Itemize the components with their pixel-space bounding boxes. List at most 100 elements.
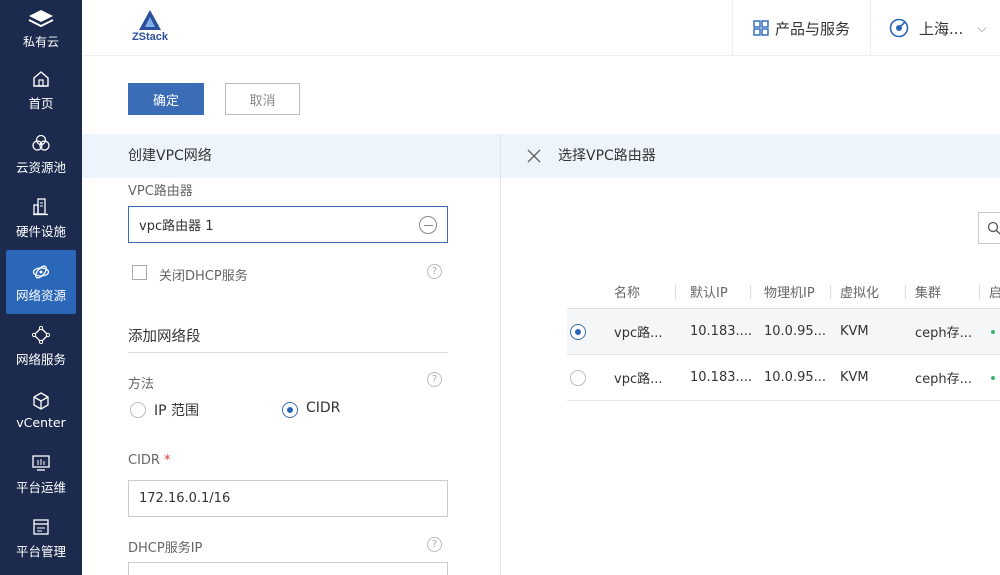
cancel-button[interactable]: 取消 <box>225 83 300 115</box>
sidebar-item-network-service[interactable]: 网络服务 <box>0 314 82 378</box>
column-separator <box>675 285 676 299</box>
network-service-icon <box>31 325 51 344</box>
vpc-router-label: VPC路由器 <box>128 184 193 199</box>
sidebar-item-cloud-resource[interactable]: 云资源池 <box>0 122 82 186</box>
column-header-default-ip[interactable]: 默认IP <box>690 274 728 308</box>
method-ip-range-label: IP 范围 <box>154 403 200 419</box>
layers-icon <box>28 9 54 27</box>
disable-dhcp-label: 关闭DHCP服务 <box>159 269 248 284</box>
zstack-logo-icon <box>139 10 161 30</box>
method-cidr-label: CIDR <box>306 400 341 416</box>
form-title: 创建VPC网络 <box>82 134 500 178</box>
status-running-indicator <box>991 375 995 380</box>
router-name: vpc路... <box>614 372 663 387</box>
column-separator <box>905 285 906 299</box>
logo-text: ZStack <box>131 31 169 43</box>
router-host-ip: 10.0.95... <box>764 370 827 385</box>
zstack-logo[interactable]: ZStack <box>128 10 172 48</box>
status-dot <box>991 309 995 354</box>
sidebar-item-label: 首页 <box>28 95 54 111</box>
cloud-resource-icon <box>32 134 50 151</box>
sidebar-item-label: 平台管理 <box>15 543 66 559</box>
sidebar-item-network-resource[interactable]: 网络资源 <box>6 250 76 314</box>
sidebar-item-label: 平台运维 <box>15 479 66 495</box>
confirm-button[interactable]: 确定 <box>128 83 204 115</box>
home-icon <box>33 70 49 87</box>
help-icon[interactable]: ? <box>427 537 442 552</box>
method-cidr-radio[interactable] <box>282 402 298 418</box>
private-cloud-switch[interactable]: 私有云 <box>0 0 82 58</box>
router-host-ip: 10.0.95... <box>764 324 827 339</box>
sidebar-item-label: 网络服务 <box>15 351 66 367</box>
table-row[interactable]: vpc路... 10.183.... 10.0.95... KVM ceph存.… <box>567 309 1000 355</box>
sidebar-item-home[interactable]: 首页 <box>0 58 82 122</box>
cidr-label-text: CIDR <box>128 453 160 468</box>
router-name: vpc路... <box>614 326 663 341</box>
products-services-button[interactable]: 产品与服务 <box>732 0 870 56</box>
sidebar-item-label: vCenter <box>16 414 66 430</box>
sidebar-item-ops[interactable]: 平台运维 <box>0 442 82 506</box>
selector-header: 选择VPC路由器 <box>501 134 1000 178</box>
region-label: 上海... <box>919 19 964 38</box>
router-hypervisor: KVM <box>840 324 869 339</box>
vpc-router-table: 名称 默认IP 物理机IP 虚拟化 集群 启 vpc路... 10.183...… <box>567 274 1000 401</box>
remove-circle-icon[interactable] <box>419 216 437 234</box>
column-header-name[interactable]: 名称 <box>614 274 640 308</box>
panel-divider <box>500 134 501 575</box>
grid-icon <box>753 20 769 36</box>
sidebar-item-hardware[interactable]: 硬件设施 <box>0 186 82 250</box>
column-header-status[interactable]: 启 <box>989 274 1000 308</box>
dhcp-ip-input[interactable] <box>128 562 448 575</box>
vpc-router-field[interactable]: vpc路由器 1 <box>128 206 448 243</box>
section-divider <box>128 352 448 353</box>
router-cluster: ceph存... <box>915 372 973 387</box>
help-icon[interactable]: ? <box>427 264 442 279</box>
cidr-value: 172.16.0.1/16 <box>139 491 231 506</box>
vpc-router-value: vpc路由器 1 <box>139 219 214 234</box>
column-header-host-ip[interactable]: 物理机IP <box>764 274 815 308</box>
method-ip-range-radio[interactable] <box>130 402 146 418</box>
table-row[interactable]: vpc路... 10.183.... 10.0.95... KVM ceph存.… <box>567 355 1000 401</box>
router-default-ip: 10.183.... <box>690 324 753 339</box>
status-dot <box>991 355 995 400</box>
monitor-icon <box>32 454 50 471</box>
sidebar-item-platform-manage[interactable]: 平台管理 <box>0 506 82 570</box>
network-resource-icon <box>32 265 50 278</box>
sidebar-item-label: 硬件设施 <box>15 223 66 239</box>
close-icon[interactable] <box>525 147 543 165</box>
sidebar-item-label: 云资源池 <box>15 159 66 175</box>
search-input[interactable] <box>978 212 1000 244</box>
region-selector[interactable]: 上海... ⌵ <box>870 0 1000 56</box>
hardware-icon <box>33 197 48 215</box>
method-label: 方法 <box>128 377 155 392</box>
column-separator <box>750 285 751 299</box>
router-hypervisor: KVM <box>840 370 869 385</box>
column-separator <box>979 285 980 299</box>
dhcp-ip-label: DHCP服务IP <box>128 541 203 556</box>
products-services-label: 产品与服务 <box>775 19 851 38</box>
sidebar-item-vcenter[interactable]: vCenter <box>0 378 82 442</box>
column-separator <box>830 285 831 299</box>
required-mark: * <box>163 453 171 468</box>
disable-dhcp-checkbox[interactable] <box>132 265 147 280</box>
private-cloud-label: 私有云 <box>22 34 59 49</box>
row-select-radio[interactable] <box>570 324 586 340</box>
sidebar: 私有云 首页 云资源池 硬件设施 网络资源 网络服务 vCenter 平台运维 … <box>0 0 82 575</box>
router-cluster: ceph存... <box>915 326 973 341</box>
sidebar-item-label: 网络资源 <box>15 287 66 303</box>
selector-title: 选择VPC路由器 <box>558 148 656 164</box>
row-select-radio[interactable] <box>570 370 586 386</box>
column-header-cluster[interactable]: 集群 <box>915 274 941 308</box>
vcenter-icon <box>33 391 49 410</box>
add-segment-title: 添加网络段 <box>128 329 201 345</box>
help-icon[interactable]: ? <box>427 372 442 387</box>
region-target-icon <box>889 18 909 38</box>
cidr-input[interactable]: 172.16.0.1/16 <box>128 480 448 517</box>
table-header: 名称 默认IP 物理机IP 虚拟化 集群 启 <box>567 274 1000 309</box>
cidr-label: CIDR * <box>128 453 170 468</box>
top-header: ZStack 产品与服务 上海... ⌵ <box>82 0 1000 56</box>
column-header-hypervisor[interactable]: 虚拟化 <box>840 274 879 308</box>
search-icon <box>987 221 1000 235</box>
router-default-ip: 10.183.... <box>690 370 753 385</box>
chevron-down-icon: ⌵ <box>977 20 987 35</box>
